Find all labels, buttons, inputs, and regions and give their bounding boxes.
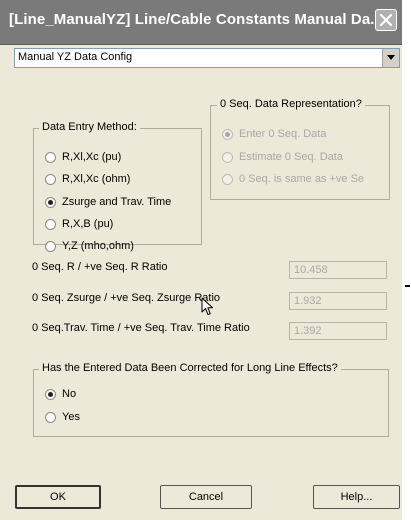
ok-button[interactable]: OK bbox=[15, 485, 101, 509]
radio-button[interactable] bbox=[45, 412, 56, 423]
help-button[interactable]: Help... bbox=[313, 485, 400, 509]
radio-button[interactable] bbox=[45, 241, 56, 252]
config-dropdown-value: Manual YZ Data Config bbox=[18, 51, 133, 63]
radio-button[interactable] bbox=[222, 129, 233, 140]
radio-label: Enter 0 Seq. Data bbox=[239, 128, 327, 140]
radio-label: R,Xl,Xc (pu) bbox=[62, 151, 122, 163]
chevron-down-icon bbox=[387, 55, 395, 60]
dialog-window: [Line_ManualYZ] Line/Cable Constants Man… bbox=[0, 0, 402, 520]
radio-button[interactable] bbox=[45, 152, 56, 163]
trav-time-ratio-label: 0 Seq.Trav. Time / +ve Seq. Trav. Time R… bbox=[32, 322, 250, 334]
radio-label: Zsurge and Trav. Time bbox=[62, 196, 172, 208]
radio-selected-dot bbox=[48, 200, 53, 205]
trav-time-ratio-field[interactable]: 1.392 bbox=[289, 322, 387, 340]
mouse-pointer-icon bbox=[201, 297, 213, 315]
close-button[interactable] bbox=[375, 9, 397, 31]
close-icon bbox=[379, 13, 393, 27]
radio-label: No bbox=[62, 388, 77, 400]
radio-button[interactable] bbox=[45, 219, 56, 230]
zsurge-ratio-label: 0 Seq. Zsurge / +ve Seq. Zsurge Ratio bbox=[32, 292, 221, 304]
zero-seq-representation-title: 0 Seq. Data Representation? bbox=[217, 98, 365, 110]
cancel-button[interactable]: Cancel bbox=[160, 485, 252, 509]
radio-label: Yes bbox=[62, 411, 80, 423]
title-bar[interactable]: [Line_ManualYZ] Line/Cable Constants Man… bbox=[0, 0, 402, 45]
edge-marker bbox=[405, 285, 410, 287]
window-title: [Line_ManualYZ] Line/Cable Constants Man… bbox=[9, 11, 384, 28]
data-entry-method-group: Data Entry Method: bbox=[33, 121, 202, 245]
config-dropdown[interactable]: Manual YZ Data Config bbox=[14, 48, 400, 68]
r-ratio-label: 0 Seq. R / +ve Seq. R Ratio bbox=[32, 261, 168, 273]
long-line-group: Has the Entered Data Been Corrected for … bbox=[33, 362, 389, 437]
dropdown-button[interactable] bbox=[382, 49, 399, 67]
radio-button[interactable] bbox=[222, 152, 233, 163]
radio-button[interactable] bbox=[45, 389, 56, 400]
radio-button[interactable] bbox=[45, 197, 56, 208]
radio-label: Estimate 0 Seq. Data bbox=[239, 151, 343, 163]
r-ratio-field[interactable]: 10.458 bbox=[289, 261, 387, 279]
long-line-title: Has the Entered Data Been Corrected for … bbox=[39, 362, 341, 374]
radio-selected-dot bbox=[48, 392, 53, 397]
radio-label: R,X,B (pu) bbox=[62, 218, 114, 230]
zsurge-ratio-field[interactable]: 1.932 bbox=[289, 292, 387, 310]
radio-button[interactable] bbox=[222, 174, 233, 185]
radio-label: R,Xl,Xc (ohm) bbox=[62, 173, 131, 185]
radio-selected-dot bbox=[225, 132, 230, 137]
radio-button[interactable] bbox=[45, 174, 56, 185]
radio-label: 0 Seq. is same as +ve Se bbox=[239, 173, 365, 185]
data-entry-method-title: Data Entry Method: bbox=[39, 121, 140, 133]
radio-label: Y,Z (mho,ohm) bbox=[62, 240, 134, 252]
